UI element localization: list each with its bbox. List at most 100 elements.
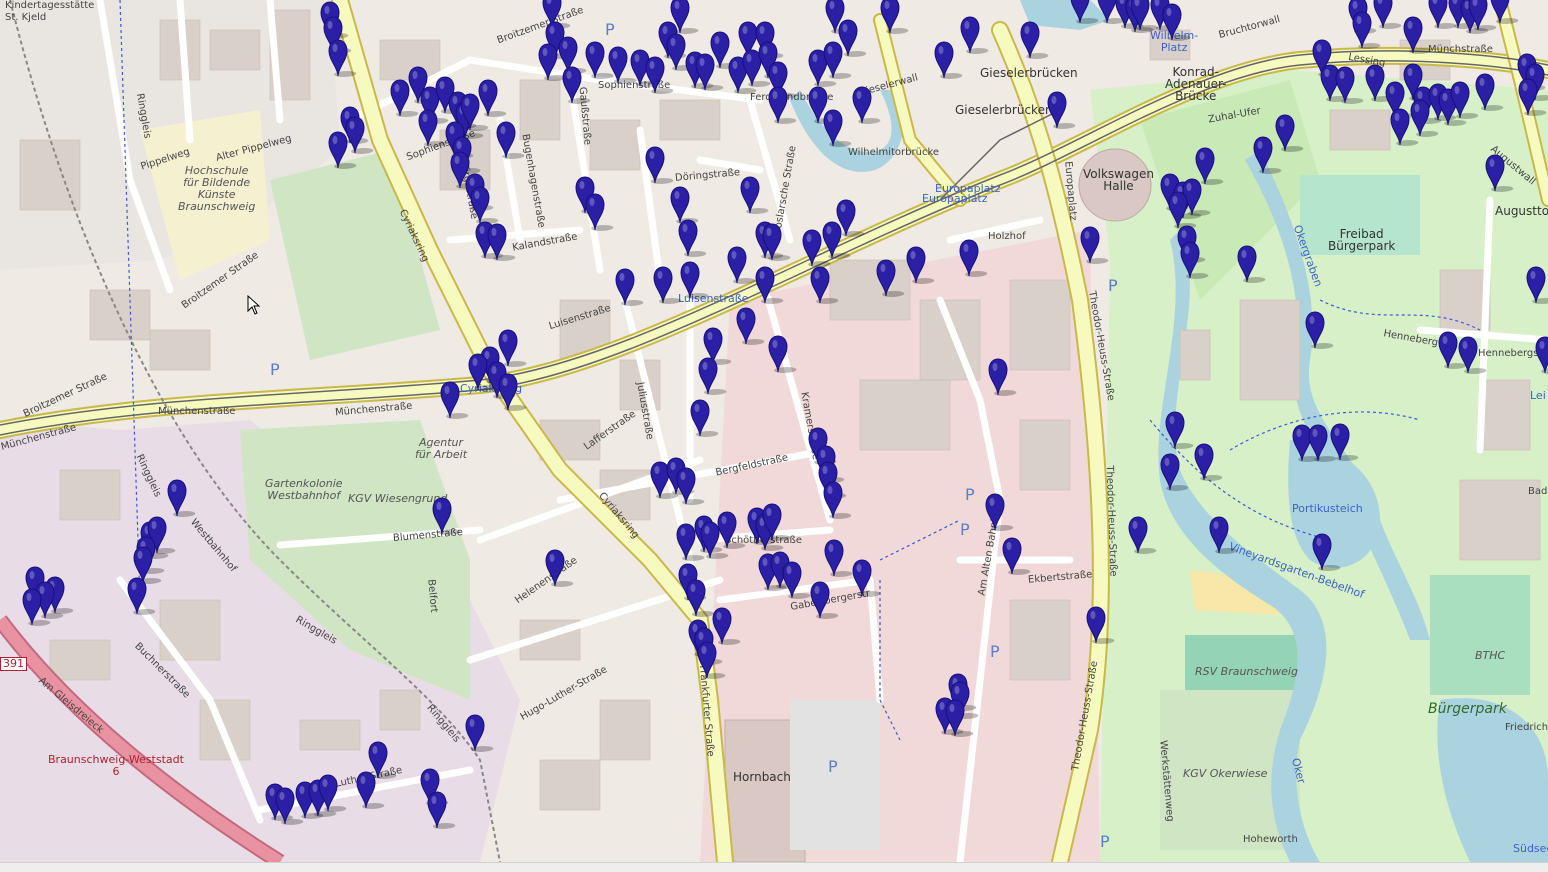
map-marker-pin[interactable]: [1457, 335, 1487, 375]
map-marker-pin[interactable]: [761, 222, 791, 262]
map-marker-pin[interactable]: [1304, 310, 1334, 350]
map-marker-pin[interactable]: [761, 502, 791, 542]
map-marker-pin[interactable]: [823, 538, 853, 578]
map-marker-pin[interactable]: [809, 580, 839, 620]
map-marker-pin[interactable]: [767, 85, 797, 125]
map-marker-pin[interactable]: [652, 265, 682, 305]
map-marker-pin[interactable]: [958, 238, 988, 278]
map-marker-pin[interactable]: [851, 558, 881, 598]
map-marker-pin[interactable]: [905, 245, 935, 285]
map-marker-pin[interactable]: [644, 145, 674, 185]
map-marker-pin[interactable]: [675, 466, 705, 506]
map-marker-pin[interactable]: [1474, 72, 1504, 112]
map-marker-pin[interactable]: [1489, 0, 1519, 25]
map-view[interactable]: Kindertagesstätte St. Kjeld Hochschule f…: [0, 0, 1548, 862]
map-marker-pin[interactable]: [696, 640, 726, 680]
map-marker-pin[interactable]: [1164, 410, 1194, 450]
map-marker-pin[interactable]: [1127, 515, 1157, 555]
map-marker-pin[interactable]: [679, 260, 709, 300]
map-marker-pin[interactable]: [1159, 452, 1189, 492]
map-marker-pin[interactable]: [689, 398, 719, 438]
map-marker-pin[interactable]: [1525, 265, 1548, 305]
map-marker-pin[interactable]: [1069, 0, 1099, 25]
map-marker-pin[interactable]: [801, 228, 831, 268]
map-marker-pin[interactable]: [274, 786, 304, 826]
map-marker-pin[interactable]: [809, 265, 839, 305]
map-marker-pin[interactable]: [735, 306, 765, 346]
map-marker-pin[interactable]: [685, 578, 715, 618]
map-marker-pin[interactable]: [1372, 0, 1402, 30]
map-marker-pin[interactable]: [1179, 240, 1209, 280]
map-marker-pin[interactable]: [726, 245, 756, 285]
map-marker-pin[interactable]: [835, 198, 865, 238]
map-marker-pin[interactable]: [469, 185, 499, 225]
map-marker-pin[interactable]: [1334, 65, 1364, 105]
map-marker-pin[interactable]: [327, 130, 357, 170]
map-marker-pin[interactable]: [754, 265, 784, 305]
map-marker-pin[interactable]: [1194, 146, 1224, 186]
map-marker-pin[interactable]: [1449, 80, 1479, 120]
map-marker-pin[interactable]: [439, 380, 469, 420]
map-marker-pin[interactable]: [1019, 20, 1049, 60]
map-marker-pin[interactable]: [1437, 330, 1467, 370]
map-marker-pin[interactable]: [739, 175, 769, 215]
map-marker-pin[interactable]: [669, 0, 699, 35]
map-marker-pin[interactable]: [1427, 0, 1457, 30]
map-marker-pin[interactable]: [697, 356, 727, 396]
map-marker-pin[interactable]: [1329, 422, 1359, 462]
map-marker-pin[interactable]: [1307, 423, 1337, 463]
map-marker-pin[interactable]: [1193, 442, 1223, 482]
map-marker-pin[interactable]: [584, 40, 614, 80]
map-marker-pin[interactable]: [984, 492, 1014, 532]
map-marker-pin[interactable]: [584, 192, 614, 232]
map-marker-pin[interactable]: [1208, 515, 1238, 555]
map-marker-pin[interactable]: [644, 55, 674, 95]
map-marker-pin[interactable]: [1001, 536, 1031, 576]
map-marker-pin[interactable]: [1161, 2, 1191, 42]
map-marker-pin[interactable]: [497, 372, 527, 412]
map-marker-pin[interactable]: [1517, 77, 1547, 117]
map-marker-pin[interactable]: [355, 770, 385, 810]
map-marker-pin[interactable]: [944, 698, 974, 738]
map-marker-pin[interactable]: [1409, 98, 1439, 138]
map-marker-pin[interactable]: [495, 120, 525, 160]
map-marker-pin[interactable]: [781, 560, 811, 600]
map-marker-pin[interactable]: [1364, 63, 1394, 103]
map-marker-pin[interactable]: [486, 222, 516, 262]
map-marker-pin[interactable]: [1484, 153, 1514, 193]
map-marker-pin[interactable]: [431, 496, 461, 536]
map-marker-pin[interactable]: [851, 85, 881, 125]
map-marker-pin[interactable]: [1129, 0, 1159, 32]
map-marker-pin[interactable]: [1389, 107, 1419, 147]
map-marker-pin[interactable]: [933, 40, 963, 80]
map-marker-pin[interactable]: [1467, 0, 1497, 32]
map-marker-pin[interactable]: [1046, 90, 1076, 130]
map-marker-pin[interactable]: [1274, 113, 1304, 153]
map-marker-pin[interactable]: [1351, 10, 1381, 50]
map-marker-pin[interactable]: [607, 45, 637, 85]
map-marker-pin[interactable]: [837, 18, 867, 58]
map-marker-pin[interactable]: [477, 78, 507, 118]
map-marker-pin[interactable]: [1534, 335, 1548, 375]
map-marker-pin[interactable]: [426, 790, 456, 830]
map-marker-pin[interactable]: [537, 42, 567, 82]
map-marker-pin[interactable]: [1236, 244, 1266, 284]
map-marker-pin[interactable]: [875, 258, 905, 298]
map-marker-pin[interactable]: [1085, 605, 1115, 645]
map-marker-pin[interactable]: [561, 65, 591, 105]
map-marker-pin[interactable]: [464, 713, 494, 753]
map-marker-pin[interactable]: [767, 334, 797, 374]
map-marker-pin[interactable]: [317, 773, 347, 813]
map-marker-pin[interactable]: [544, 548, 574, 588]
map-marker-pin[interactable]: [126, 576, 156, 616]
map-marker-pin[interactable]: [716, 510, 746, 550]
map-marker-pin[interactable]: [1402, 15, 1432, 55]
map-marker-pin[interactable]: [1252, 135, 1282, 175]
map-marker-pin[interactable]: [166, 478, 196, 518]
map-marker-pin[interactable]: [1311, 532, 1341, 572]
map-marker-pin[interactable]: [822, 480, 852, 520]
map-marker-pin[interactable]: [21, 587, 51, 627]
map-marker-pin[interactable]: [614, 267, 644, 307]
map-marker-pin[interactable]: [417, 108, 447, 148]
map-marker-pin[interactable]: [1079, 225, 1109, 265]
